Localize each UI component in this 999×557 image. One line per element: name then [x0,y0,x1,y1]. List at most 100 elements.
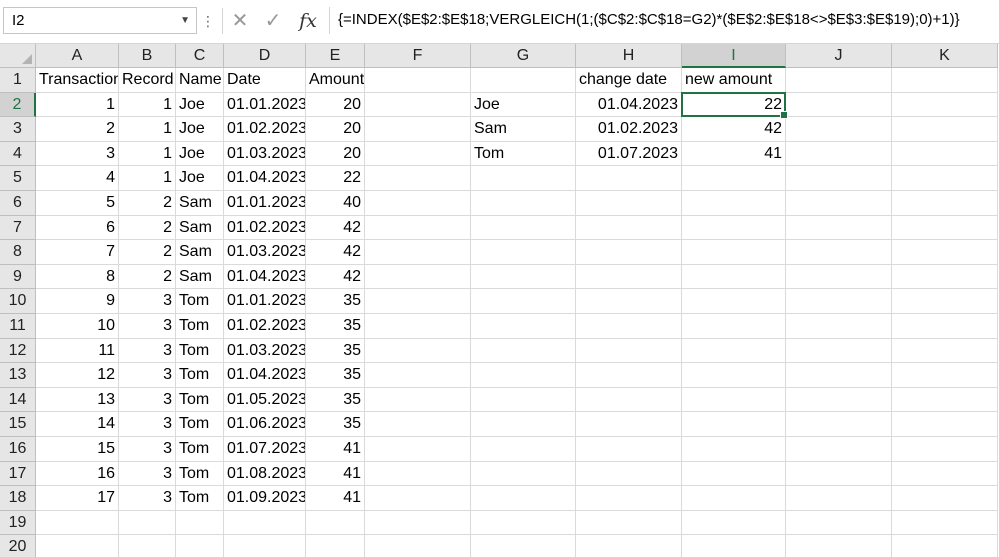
cell-b3[interactable]: 1 [119,117,176,142]
cell-e2[interactable]: 20 [306,92,365,118]
cell-h1[interactable]: change date [576,68,682,93]
cell-d19[interactable] [224,510,306,536]
cell-i11[interactable] [682,314,786,339]
cell-b15[interactable]: 3 [119,412,176,437]
cell-j5[interactable] [786,166,892,191]
cell-i9[interactable] [682,264,786,290]
cell-b19[interactable] [119,510,176,536]
cell-g10[interactable] [471,289,576,314]
cell-a17[interactable]: 16 [36,461,119,487]
cell-i13[interactable] [682,363,786,388]
row-header-11[interactable]: 11 [0,314,36,339]
cell-g3[interactable]: Sam [471,117,576,142]
cell-j1[interactable] [786,68,892,93]
cell-d7[interactable]: 01.02.2023 [224,215,306,241]
cell-f17[interactable] [365,461,471,487]
column-header-i[interactable]: I [682,44,786,68]
cell-j8[interactable] [786,240,892,265]
cell-d1[interactable]: Date [224,68,306,93]
cell-a5[interactable]: 4 [36,166,119,191]
cell-j14[interactable] [786,387,892,413]
cell-a8[interactable]: 7 [36,240,119,265]
cell-i5[interactable] [682,166,786,191]
cell-c3[interactable]: Joe [176,117,224,142]
cell-a10[interactable]: 9 [36,289,119,314]
cell-c12[interactable]: Tom [176,338,224,364]
cell-g17[interactable] [471,461,576,487]
cell-f7[interactable] [365,215,471,241]
cell-b17[interactable]: 3 [119,461,176,487]
cell-f9[interactable] [365,264,471,290]
cell-a1[interactable]: Transaction [36,68,119,93]
column-header-h[interactable]: H [576,44,682,68]
cell-g16[interactable] [471,437,576,462]
cell-b12[interactable]: 3 [119,338,176,364]
cell-h17[interactable] [576,461,682,487]
cell-c19[interactable] [176,510,224,536]
cell-g12[interactable] [471,338,576,364]
cell-k14[interactable] [892,387,998,413]
cell-h12[interactable] [576,338,682,364]
cell-f2[interactable] [365,92,471,118]
cell-g20[interactable] [471,535,576,557]
cell-g6[interactable] [471,191,576,216]
cell-c10[interactable]: Tom [176,289,224,314]
cell-i18[interactable] [682,486,786,511]
cell-h8[interactable] [576,240,682,265]
cell-k15[interactable] [892,412,998,437]
cell-h13[interactable] [576,363,682,388]
cell-a20[interactable] [36,535,119,557]
more-options-icon[interactable]: ⋮ [201,10,215,32]
cell-f10[interactable] [365,289,471,314]
cell-k6[interactable] [892,191,998,216]
cell-g1[interactable] [471,68,576,93]
cell-e11[interactable]: 35 [306,314,365,339]
cell-e9[interactable]: 42 [306,264,365,290]
cell-c9[interactable]: Sam [176,264,224,290]
cell-a4[interactable]: 3 [36,141,119,167]
cell-k3[interactable] [892,117,998,142]
column-header-j[interactable]: J [786,44,892,68]
cell-d12[interactable]: 01.03.2023 [224,338,306,364]
row-header-8[interactable]: 8 [0,240,36,265]
cell-a7[interactable]: 6 [36,215,119,241]
cell-e7[interactable]: 42 [306,215,365,241]
row-header-6[interactable]: 6 [0,191,36,216]
cell-h3[interactable]: 01.02.2023 [576,117,682,142]
row-header-16[interactable]: 16 [0,437,36,462]
cell-a15[interactable]: 14 [36,412,119,437]
cell-b11[interactable]: 3 [119,314,176,339]
cell-j16[interactable] [786,437,892,462]
cell-f18[interactable] [365,486,471,511]
cell-i4[interactable]: 41 [682,141,786,167]
cell-f11[interactable] [365,314,471,339]
cell-c1[interactable]: Name [176,68,224,93]
row-header-20[interactable]: 20 [0,535,36,557]
cell-c6[interactable]: Sam [176,191,224,216]
cell-e13[interactable]: 35 [306,363,365,388]
cell-f12[interactable] [365,338,471,364]
cell-h19[interactable] [576,510,682,536]
cell-k16[interactable] [892,437,998,462]
cell-f1[interactable] [365,68,471,93]
cell-a9[interactable]: 8 [36,264,119,290]
cell-g8[interactable] [471,240,576,265]
cell-a11[interactable]: 10 [36,314,119,339]
row-header-12[interactable]: 12 [0,338,36,364]
cell-h2[interactable]: 01.04.2023 [576,92,682,118]
cell-j17[interactable] [786,461,892,487]
cell-f19[interactable] [365,510,471,536]
cell-k7[interactable] [892,215,998,241]
cell-k5[interactable] [892,166,998,191]
cell-g7[interactable] [471,215,576,241]
formula-input[interactable]: {=INDEX($E$2:$E$18;VERGLEICH(1;($C$2:$C$… [329,7,996,34]
cell-i16[interactable] [682,437,786,462]
cell-b7[interactable]: 2 [119,215,176,241]
cell-b20[interactable] [119,535,176,557]
cell-i17[interactable] [682,461,786,487]
cell-b18[interactable]: 3 [119,486,176,511]
cell-k2[interactable] [892,92,998,118]
cell-e10[interactable]: 35 [306,289,365,314]
cell-c7[interactable]: Sam [176,215,224,241]
row-header-3[interactable]: 3 [0,117,36,142]
